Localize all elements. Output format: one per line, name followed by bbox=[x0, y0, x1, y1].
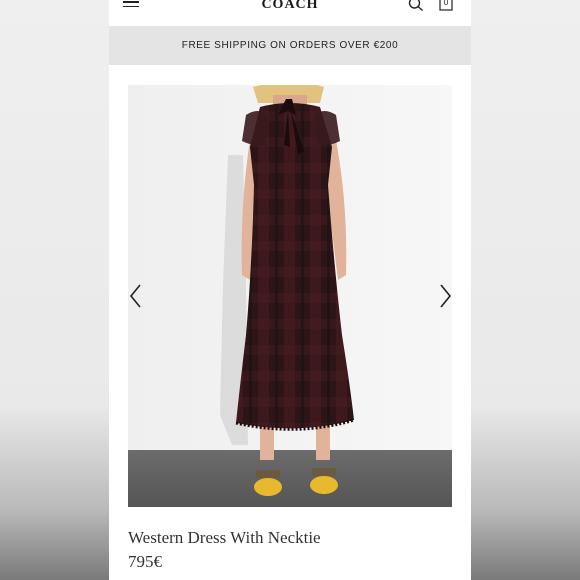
shopping-bag-icon[interactable]: 0 bbox=[438, 0, 454, 12]
product-photo bbox=[128, 85, 452, 507]
chevron-right-icon[interactable] bbox=[437, 283, 452, 309]
product-title: Western Dress With Necktie bbox=[128, 528, 321, 547]
bag-item-count: 0 bbox=[443, 0, 449, 7]
free-shipping-banner: FREE SHIPPING ON ORDERS OVER €200 bbox=[109, 26, 471, 65]
mobile-page: COACH 0 FREE SHIPPING ON ORDERS OVER €20… bbox=[109, 0, 471, 580]
banner-text: FREE SHIPPING ON ORDERS OVER €200 bbox=[181, 40, 399, 51]
chevron-left-icon[interactable] bbox=[128, 283, 144, 309]
product-price: 795€ bbox=[128, 552, 162, 571]
product-image-carousel[interactable] bbox=[128, 85, 452, 507]
top-navigation-bar: COACH 0 bbox=[109, 0, 471, 26]
search-icon[interactable] bbox=[408, 0, 424, 11]
